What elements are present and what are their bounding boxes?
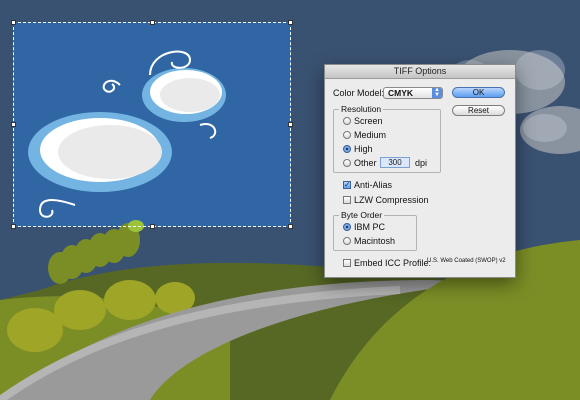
resolution-other-label: Other xyxy=(354,158,377,168)
ok-button[interactable]: OK xyxy=(452,87,505,98)
resolution-screen-radio[interactable] xyxy=(343,117,351,125)
lzw-compression-label: LZW Compression xyxy=(354,195,429,205)
embed-icc-checkbox[interactable] xyxy=(343,259,351,267)
anti-alias-checkbox[interactable]: ✓ xyxy=(343,181,351,189)
resolution-high-label: High xyxy=(354,144,373,154)
dpi-unit-label: dpi xyxy=(415,158,428,168)
anti-alias-label: Anti-Alias xyxy=(354,180,393,190)
icc-profile-name: U.S. Web Coated (SWOP) v2 xyxy=(427,258,506,264)
selection-handle-bm[interactable] xyxy=(150,224,155,229)
tiff-options-dialog: TIFF Options Color Model: CMYK ▲ ▼ OK Res… xyxy=(324,64,516,278)
resolution-high-radio[interactable] xyxy=(343,145,351,153)
color-model-value: CMYK xyxy=(388,88,414,98)
color-model-select[interactable]: CMYK ▲ ▼ xyxy=(383,87,443,99)
selection-handle-br[interactable] xyxy=(288,224,293,229)
resolution-medium-label: Medium xyxy=(354,130,387,140)
byte-order-ibm-label: IBM PC xyxy=(354,222,386,232)
byte-order-mac-label: Macintosh xyxy=(354,236,396,246)
byte-order-ibm-radio[interactable] xyxy=(343,223,351,231)
reset-button[interactable]: Reset xyxy=(452,105,505,116)
lzw-compression-checkbox[interactable] xyxy=(343,196,351,204)
selection-handle-tm[interactable] xyxy=(150,20,155,25)
dialog-title: TIFF Options xyxy=(325,65,515,79)
resolution-screen-label: Screen xyxy=(354,116,383,126)
resolution-group-title: Resolution xyxy=(339,104,384,114)
byte-order-mac-radio[interactable] xyxy=(343,237,351,245)
resolution-medium-radio[interactable] xyxy=(343,131,351,139)
byte-order-group-title: Byte Order xyxy=(339,210,385,220)
selection-handle-mr[interactable] xyxy=(288,122,293,127)
selection-handle-ml[interactable] xyxy=(11,122,16,127)
embed-icc-label: Embed ICC Profile: xyxy=(354,258,432,268)
selection-marquee[interactable] xyxy=(11,20,293,229)
selection-handle-tl[interactable] xyxy=(11,20,16,25)
chevron-updown-icon: ▲ ▼ xyxy=(432,87,442,98)
selection-handle-tr[interactable] xyxy=(288,20,293,25)
color-model-label: Color Model: xyxy=(333,88,385,98)
resolution-other-radio[interactable] xyxy=(343,159,351,167)
selection-handle-bl[interactable] xyxy=(11,224,16,229)
dpi-input[interactable]: 300 xyxy=(380,157,410,168)
